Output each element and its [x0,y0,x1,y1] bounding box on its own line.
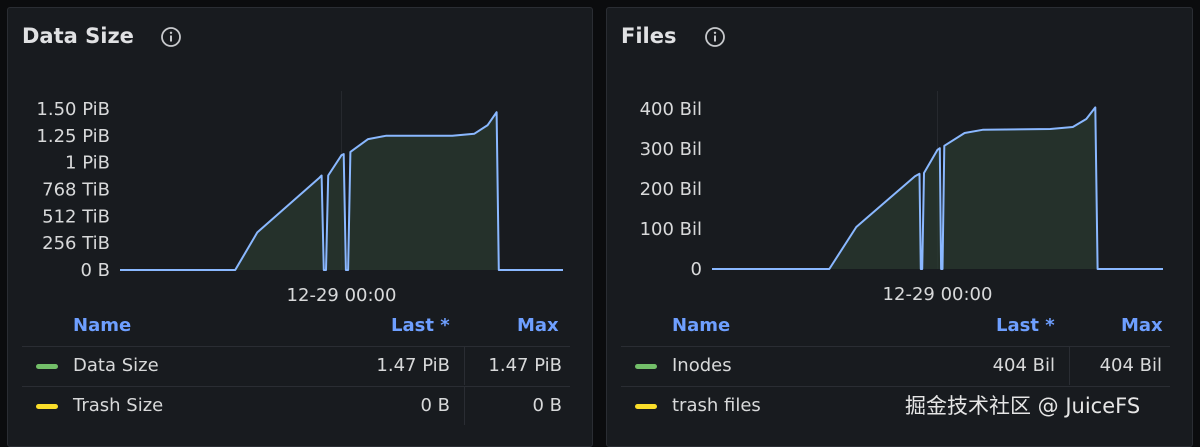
legend-row-inodes[interactable]: Inodes 404 Bil 404 Bil [621,346,1170,385]
files-chart[interactable]: 12-29 00:00 400 Bil 300 Bil 200 Bil 100 Bil 0 [607,8,1194,308]
column-divider [1069,347,1070,385]
legend-max-value: 1.47 PiB [488,355,562,376]
legend-header-last[interactable]: Last * [391,311,450,341]
y-tick-label: 1 PiB [65,153,110,174]
series-swatch [36,404,58,409]
legend-series-name: Trash Size [73,395,164,416]
column-divider [464,387,465,425]
legend-series-name: trash files [672,395,761,416]
legend-last-value: 1.47 PiB [376,355,450,376]
legend-last-value: 0 B [420,395,450,416]
legend-last-value: 404 Bil [992,355,1055,376]
data-size-panel: Data Size 12-29 00:00 1.50 PiB 1.25 PiB 1 P… [7,7,593,447]
y-tick-label: 0 [691,259,702,280]
watermark: 掘金技术社区 @ JuiceFS [905,394,1141,418]
y-tick-label: 400 Bil [640,99,702,120]
legend-header-max[interactable]: Max [1121,311,1163,341]
legend-series-name: Inodes [672,355,732,376]
x-tick-label: 12-29 00:00 [883,284,993,305]
legend-header-last[interactable]: Last * [996,311,1055,341]
y-tick-label: 200 Bil [640,179,702,200]
series-swatch [36,364,58,369]
y-tick-label: 1.50 PiB [36,99,110,120]
legend-header-name[interactable]: Name [73,311,131,341]
legend-header: Name Last * Max [607,311,1192,341]
y-tick-label: 512 TiB [42,206,110,227]
legend-max-value: 0 B [532,395,562,416]
legend-max-value: 404 Bil [1099,355,1162,376]
legend-row-trash-size[interactable]: Trash Size 0 B 0 B [22,386,570,425]
y-tick-label: 300 Bil [640,139,702,160]
y-tick-label: 100 Bil [640,219,702,240]
series-swatch [635,404,657,409]
legend-row-data-size[interactable]: Data Size 1.47 PiB 1.47 PiB [22,346,570,385]
series-swatch [635,364,657,369]
y-tick-label: 768 TiB [42,180,110,201]
x-tick-label: 12-29 00:00 [287,285,397,306]
legend-header-max[interactable]: Max [517,311,559,341]
files-panel: Files 12-29 00:00 400 Bil 300 Bil 200 Bil 10… [606,7,1193,447]
legend-series-name: Data Size [73,355,159,376]
y-tick-label: 1.25 PiB [36,126,110,147]
column-divider [464,347,465,385]
y-tick-label: 0 B [80,260,110,281]
data-size-chart[interactable]: 12-29 00:00 1.50 PiB 1.25 PiB 1 PiB 768 TiB 5… [8,8,594,308]
legend-header-name[interactable]: Name [672,311,730,341]
legend-header: Name Last * Max [8,311,592,341]
y-tick-label: 256 TiB [42,233,110,254]
